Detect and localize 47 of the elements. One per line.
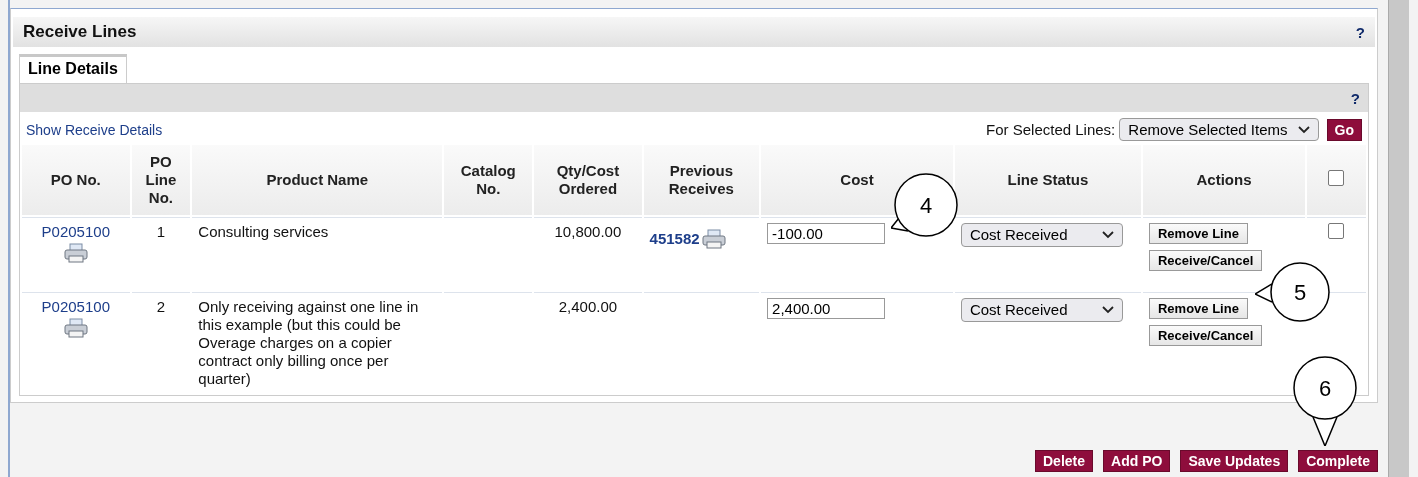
printer-icon[interactable] (63, 243, 88, 263)
action-button[interactable]: Receive/Cancel (1148, 250, 1263, 271)
help-link[interactable]: ? (1355, 23, 1365, 41)
column-header: Actions (1142, 145, 1305, 215)
chevron-down-icon (1101, 306, 1114, 314)
status-select[interactable]: Cost Received (960, 223, 1123, 247)
scrollbar[interactable] (1388, 0, 1409, 477)
column-header: PO Line No. (131, 145, 191, 215)
chevron-down-icon (1101, 231, 1114, 239)
column-header: Line Status (954, 145, 1141, 215)
column-header: PO No. (22, 145, 130, 215)
select-all-checkbox[interactable] (1328, 170, 1345, 186)
column-header: Catalog No. (444, 145, 533, 215)
tab[interactable]: Line Details (19, 54, 127, 83)
table-cell-text: Only receiving against one line in this example (but this could be Overage charges on a copier contract only billing once per quarter) (198, 298, 420, 388)
printer-icon[interactable] (63, 318, 88, 338)
column-header: Qty/Cost Ordered (534, 145, 642, 215)
action-button[interactable]: Complete (1298, 450, 1378, 472)
table-cell: 2,400.00 (558, 298, 618, 315)
status-select[interactable]: Cost Received (960, 298, 1123, 322)
bulk-action-select[interactable]: Remove Selected Items (1119, 118, 1319, 141)
show-details-link[interactable]: Show Receive Details (26, 121, 163, 138)
table-cell: 2 (156, 298, 166, 315)
column-header: Product Name (192, 145, 443, 215)
table-cell-text: Consulting services (198, 223, 330, 241)
action-button[interactable]: Add PO (1103, 450, 1171, 472)
bulk-action-label: For Selected Lines: (986, 121, 1116, 138)
cost-field[interactable]: -100.00 (767, 223, 886, 244)
po-link[interactable]: P0205100 (28, 223, 124, 241)
cost-field[interactable]: 2,400.00 (767, 298, 886, 319)
table-cell: 10,800.00 (554, 223, 622, 240)
callout-bubble: 4 (891, 173, 958, 237)
help-link[interactable]: ? (1350, 89, 1360, 107)
action-button[interactable]: Delete (1035, 450, 1094, 472)
action-button[interactable]: Remove Line (1148, 223, 1248, 244)
go-button[interactable]: Go (1326, 118, 1362, 141)
printer-icon[interactable] (701, 229, 726, 249)
column-header: Previous Receives (643, 145, 760, 215)
table-cell: 1 (156, 223, 166, 240)
row-checkbox[interactable] (1328, 223, 1345, 239)
po-link[interactable]: P0205100 (28, 298, 124, 316)
action-button[interactable]: Save Updates (1180, 450, 1289, 472)
receipt-link[interactable]: 451582 (649, 230, 700, 248)
panel-title: Receive Lines (23, 22, 137, 42)
action-button[interactable]: Receive/Cancel (1148, 325, 1263, 346)
action-button[interactable]: Remove Line (1148, 298, 1248, 319)
chevron-down-icon (1297, 125, 1310, 134)
